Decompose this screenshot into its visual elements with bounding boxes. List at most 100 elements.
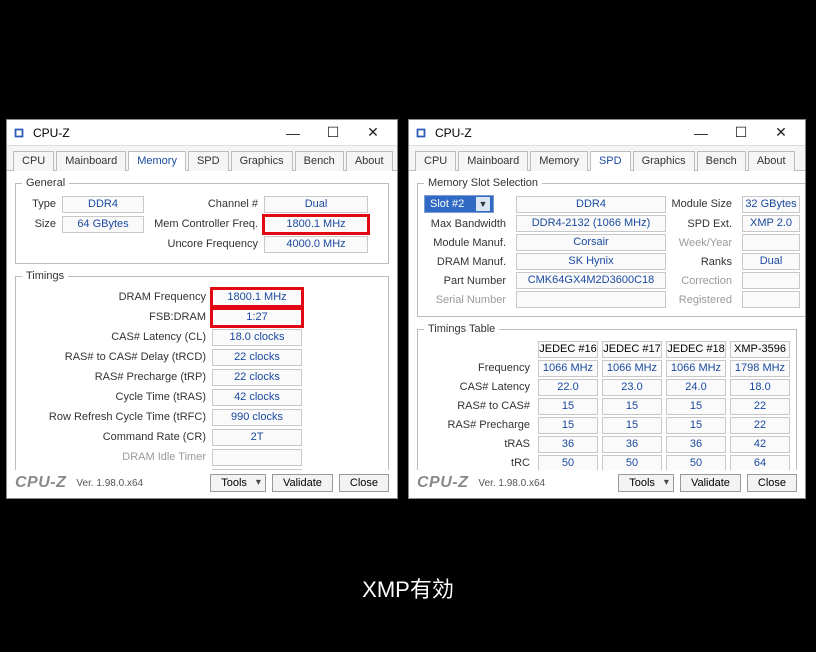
value-size: 64 GBytes	[62, 216, 144, 233]
value-module-manuf: Corsair	[516, 234, 666, 251]
value-dram-manuf: SK Hynix	[516, 253, 666, 270]
label-serial: Serial Number	[424, 294, 512, 306]
legend-slot: Memory Slot Selection	[424, 177, 542, 189]
tab-memory[interactable]: Memory	[128, 151, 186, 171]
tab-graphics[interactable]: Graphics	[633, 151, 695, 171]
tab-about[interactable]: About	[346, 151, 393, 171]
group-timings-table: Timings Table JEDEC #16JEDEC #17JEDEC #1…	[417, 323, 797, 470]
timings-cell: 15	[602, 417, 662, 434]
app-icon	[413, 125, 429, 141]
timing-label: Row Refresh Cycle Time (tRFC)	[22, 411, 212, 423]
close-button[interactable]: ✕	[761, 121, 801, 145]
value-module-size: 32 GBytes	[742, 196, 800, 213]
timing-value: 990 clocks	[212, 409, 302, 426]
timings-cell: 1798 MHz	[730, 360, 790, 377]
timings-cell: 1066 MHz	[602, 360, 662, 377]
value-correction	[742, 272, 800, 289]
label-mcf: Mem Controller Freq.	[144, 218, 264, 230]
timings-cell: 24.0	[666, 379, 726, 396]
label-correction: Correction	[670, 275, 738, 287]
timing-value	[212, 469, 302, 471]
tab-graphics[interactable]: Graphics	[231, 151, 293, 171]
caption-text: XMP有効	[362, 572, 454, 604]
close-button-footer[interactable]: Close	[339, 474, 389, 492]
timing-label: DRAM Frequency	[22, 291, 212, 303]
timing-value: 42 clocks	[212, 389, 302, 406]
cpuz-window-memory: CPU-Z — ☐ ✕ CPU Mainboard Memory SPD Gra…	[6, 119, 398, 499]
tab-spd[interactable]: SPD	[188, 151, 229, 171]
tab-bench[interactable]: Bench	[295, 151, 344, 171]
timing-value: 22 clocks	[212, 369, 302, 386]
timings-row-label: RAS# Precharge	[424, 417, 534, 434]
maximize-button[interactable]: ☐	[721, 121, 761, 145]
tab-spd[interactable]: SPD	[590, 151, 631, 171]
minimize-button[interactable]: —	[681, 121, 721, 145]
timing-value	[212, 449, 302, 466]
tab-row: CPU Mainboard Memory SPD Graphics Bench …	[7, 146, 397, 171]
label-part-number: Part Number	[424, 275, 512, 287]
timings-cell: 22.0	[538, 379, 598, 396]
timings-row-label: tRAS	[424, 436, 534, 453]
tab-mainboard[interactable]: Mainboard	[56, 151, 126, 171]
cpuz-window-spd: CPU-Z — ☐ ✕ CPU Mainboard Memory SPD Gra…	[408, 119, 806, 499]
minimize-button[interactable]: —	[273, 121, 313, 145]
footer: CPU-Z Ver. 1.98.0.x64 Tools Validate Clo…	[409, 470, 805, 498]
timings-header: JEDEC #16	[538, 341, 598, 358]
tab-mainboard[interactable]: Mainboard	[458, 151, 528, 171]
app-icon	[11, 125, 27, 141]
timings-cell: 18.0	[730, 379, 790, 396]
window-title: CPU-Z	[435, 126, 472, 140]
slot-select-value: Slot #2	[430, 198, 464, 210]
titlebar[interactable]: CPU-Z — ☐ ✕	[7, 120, 397, 146]
tab-bench[interactable]: Bench	[697, 151, 746, 171]
timings-header: XMP-3596	[730, 341, 790, 358]
timing-label: Cycle Time (tRAS)	[22, 391, 212, 403]
brand-logo: CPU-Z	[15, 474, 66, 492]
label-max-bandwidth: Max Bandwidth	[424, 218, 512, 230]
timing-label: RAS# to CAS# Delay (tRCD)	[22, 351, 212, 363]
tools-button[interactable]: Tools	[210, 474, 266, 492]
timings-row-label: RAS# to CAS#	[424, 398, 534, 415]
value-week-year	[742, 234, 800, 251]
timing-value: 18.0 clocks	[212, 329, 302, 346]
timings-cell: 1066 MHz	[666, 360, 726, 377]
timings-row-label: tRC	[424, 455, 534, 470]
timings-row-label: CAS# Latency	[424, 379, 534, 396]
version-text: Ver. 1.98.0.x64	[76, 478, 143, 489]
label-spd-ext: SPD Ext.	[670, 218, 738, 230]
timings-header: JEDEC #17	[602, 341, 662, 358]
timings-cell: 1066 MHz	[538, 360, 598, 377]
tab-cpu[interactable]: CPU	[415, 151, 456, 171]
value-mcf: 1800.1 MHz	[264, 216, 368, 233]
label-channel: Channel #	[144, 198, 264, 210]
maximize-button[interactable]: ☐	[313, 121, 353, 145]
tools-button[interactable]: Tools	[618, 474, 674, 492]
value-max-bandwidth: DDR4-2132 (1066 MHz)	[516, 215, 666, 232]
label-week-year: Week/Year	[670, 237, 738, 249]
timings-cell: 22	[730, 398, 790, 415]
timings-cell: 22	[730, 417, 790, 434]
label-registered: Registered	[670, 294, 738, 306]
label-type: Type	[22, 198, 62, 210]
slot-select[interactable]: Slot #2 ▼	[424, 195, 494, 213]
group-timings: Timings DRAM Frequency1800.1 MHzFSB:DRAM…	[15, 270, 389, 470]
tab-about[interactable]: About	[748, 151, 795, 171]
validate-button[interactable]: Validate	[272, 474, 333, 492]
tab-memory[interactable]: Memory	[530, 151, 588, 171]
close-button[interactable]: ✕	[353, 121, 393, 145]
timing-value: 2T	[212, 429, 302, 446]
version-text: Ver. 1.98.0.x64	[478, 478, 545, 489]
timings-header: JEDEC #18	[666, 341, 726, 358]
tab-cpu[interactable]: CPU	[13, 151, 54, 171]
tab-row: CPU Mainboard Memory SPD Graphics Bench …	[409, 146, 805, 171]
value-slot-type: DDR4	[516, 196, 666, 213]
label-ranks: Ranks	[670, 256, 738, 268]
value-spd-ext: XMP 2.0	[742, 215, 800, 232]
timings-cell: 23.0	[602, 379, 662, 396]
validate-button[interactable]: Validate	[680, 474, 741, 492]
close-button-footer[interactable]: Close	[747, 474, 797, 492]
timings-cell: 64	[730, 455, 790, 470]
value-uncore: 4000.0 MHz	[264, 236, 368, 253]
titlebar[interactable]: CPU-Z — ☐ ✕	[409, 120, 805, 146]
label-uncore: Uncore Frequency	[146, 238, 264, 250]
